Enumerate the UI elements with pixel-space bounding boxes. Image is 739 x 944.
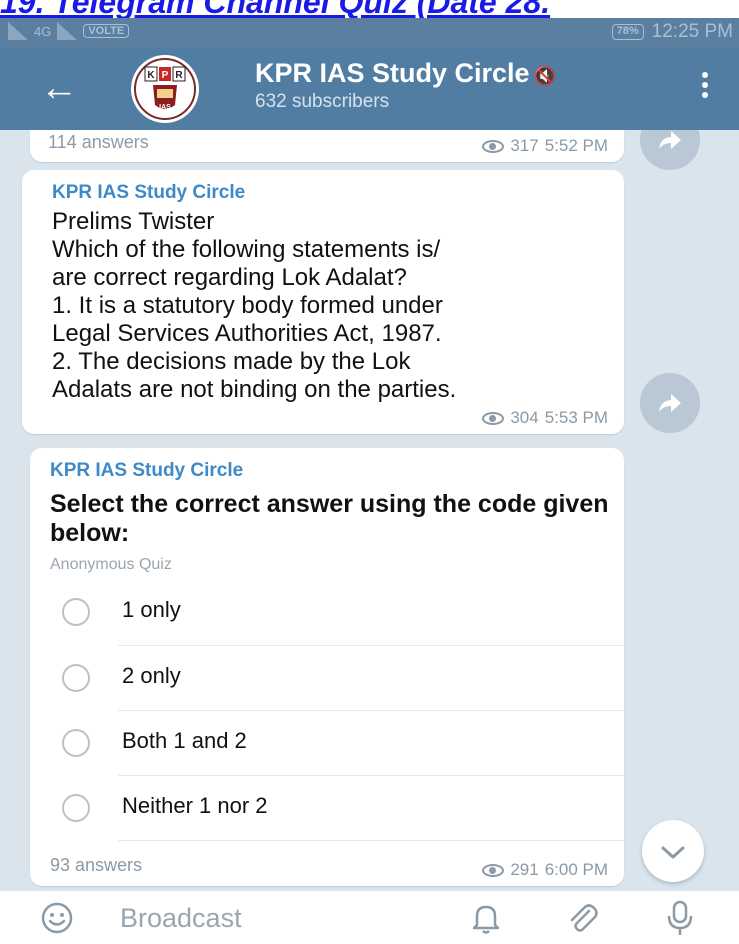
share-button[interactable]: [640, 373, 700, 433]
svg-text:K: K: [147, 70, 155, 81]
option-divider: [118, 840, 624, 841]
status-left: 4G VOLTE: [8, 22, 130, 40]
message-time: 5:52 PM: [544, 136, 608, 155]
status-bar: 4G VOLTE 78% 12:25 PM: [0, 18, 739, 48]
network-type: 4G: [34, 23, 52, 39]
volte-badge: VOLTE: [83, 24, 130, 38]
channel-title-block[interactable]: KPR IAS Study Circle 🔇 632 subscribers: [255, 58, 556, 113]
option-label: Neither 1 nor 2: [122, 793, 268, 818]
svg-text:R: R: [175, 70, 183, 81]
chat-header: ← K P R IAS KPR IAS Study Circle 🔇 632 su…: [0, 48, 739, 130]
quiz-type: Anonymous Quiz: [50, 556, 172, 573]
attach-icon[interactable]: [565, 901, 599, 940]
views-count: 304: [510, 408, 539, 427]
message-time: 5:53 PM: [544, 408, 608, 427]
views-icon: [482, 863, 505, 877]
radio-button[interactable]: [62, 664, 90, 692]
channel-title: KPR IAS Study Circle 🔇: [255, 58, 556, 89]
option-label: 1 only: [122, 597, 181, 622]
message-meta: 291 6:00 PM: [482, 860, 608, 880]
share-arrow-icon: [659, 394, 681, 412]
scroll-down-button[interactable]: [642, 820, 704, 882]
share-button[interactable]: [640, 130, 700, 170]
radio-button[interactable]: [62, 729, 90, 757]
quiz-bubble: KPR IAS Study Circle Select the correct …: [30, 448, 624, 886]
chevron-down-icon: [661, 846, 685, 859]
channel-name: KPR IAS Study Circle: [255, 58, 530, 88]
views-icon: [482, 139, 505, 153]
answers-count: 93 answers: [50, 855, 143, 875]
views-count: 317: [510, 136, 539, 155]
more-menu-icon[interactable]: [701, 72, 709, 102]
back-arrow-icon[interactable]: ←: [40, 68, 78, 108]
message-bubble-prev: 114 answers 317 5:52 PM: [30, 130, 624, 162]
quiz-option[interactable]: 2 only: [60, 646, 600, 710]
banner-link[interactable]: 19. Telegram Channel Quiz (Date 28.: [0, 0, 550, 18]
subscriber-count: 632 subscribers: [255, 91, 390, 112]
svg-text:IAS: IAS: [159, 104, 171, 111]
message-bubble: KPR IAS Study Circle Prelims Twister Whi…: [22, 170, 624, 434]
muted-icon: 🔇: [533, 66, 556, 86]
message-time: 6:00 PM: [544, 860, 608, 879]
broadcast-input[interactable]: Broadcast: [120, 903, 242, 934]
quiz-option[interactable]: Neither 1 nor 2: [60, 776, 600, 840]
quiz-option[interactable]: 1 only: [60, 580, 600, 644]
sender-name: KPR IAS Study Circle: [50, 460, 244, 481]
signal-icon-2: [57, 22, 78, 40]
channel-avatar[interactable]: K P R IAS: [131, 55, 199, 123]
chat-area[interactable]: 114 answers 317 5:52 PM KPR IAS Study Ci…: [0, 130, 739, 890]
views-icon: [482, 411, 505, 425]
emoji-icon[interactable]: [40, 901, 74, 940]
share-arrow-icon: [659, 131, 681, 149]
signal-icon: [8, 22, 28, 40]
sender-name: KPR IAS Study Circle: [52, 182, 246, 203]
message-text: Prelims Twister Which of the following s…: [52, 208, 457, 403]
radio-button[interactable]: [62, 598, 90, 626]
clock: 12:25 PM: [651, 21, 733, 42]
views-count: 291: [510, 860, 539, 879]
battery-icon: 78%: [611, 24, 644, 40]
message-meta: 304 5:53 PM: [482, 408, 608, 428]
quiz-option[interactable]: Both 1 and 2: [60, 711, 600, 775]
svg-text:P: P: [162, 70, 169, 81]
kpr-logo-icon: K P R IAS: [132, 56, 198, 122]
page-banner[interactable]: 19. Telegram Channel Quiz (Date 28.: [0, 0, 739, 18]
microphone-icon[interactable]: [665, 899, 695, 942]
message-meta: 317 5:52 PM: [482, 136, 608, 156]
quiz-question: Select the correct answer using the code…: [50, 490, 609, 547]
option-label: 2 only: [122, 663, 181, 688]
status-right: 78% 12:25 PM: [611, 21, 733, 43]
option-label: Both 1 and 2: [122, 728, 247, 753]
bottom-bar: Broadcast: [0, 890, 739, 944]
radio-button[interactable]: [62, 794, 90, 822]
answers-count: 114 answers: [48, 132, 149, 152]
bell-icon[interactable]: [470, 901, 502, 940]
